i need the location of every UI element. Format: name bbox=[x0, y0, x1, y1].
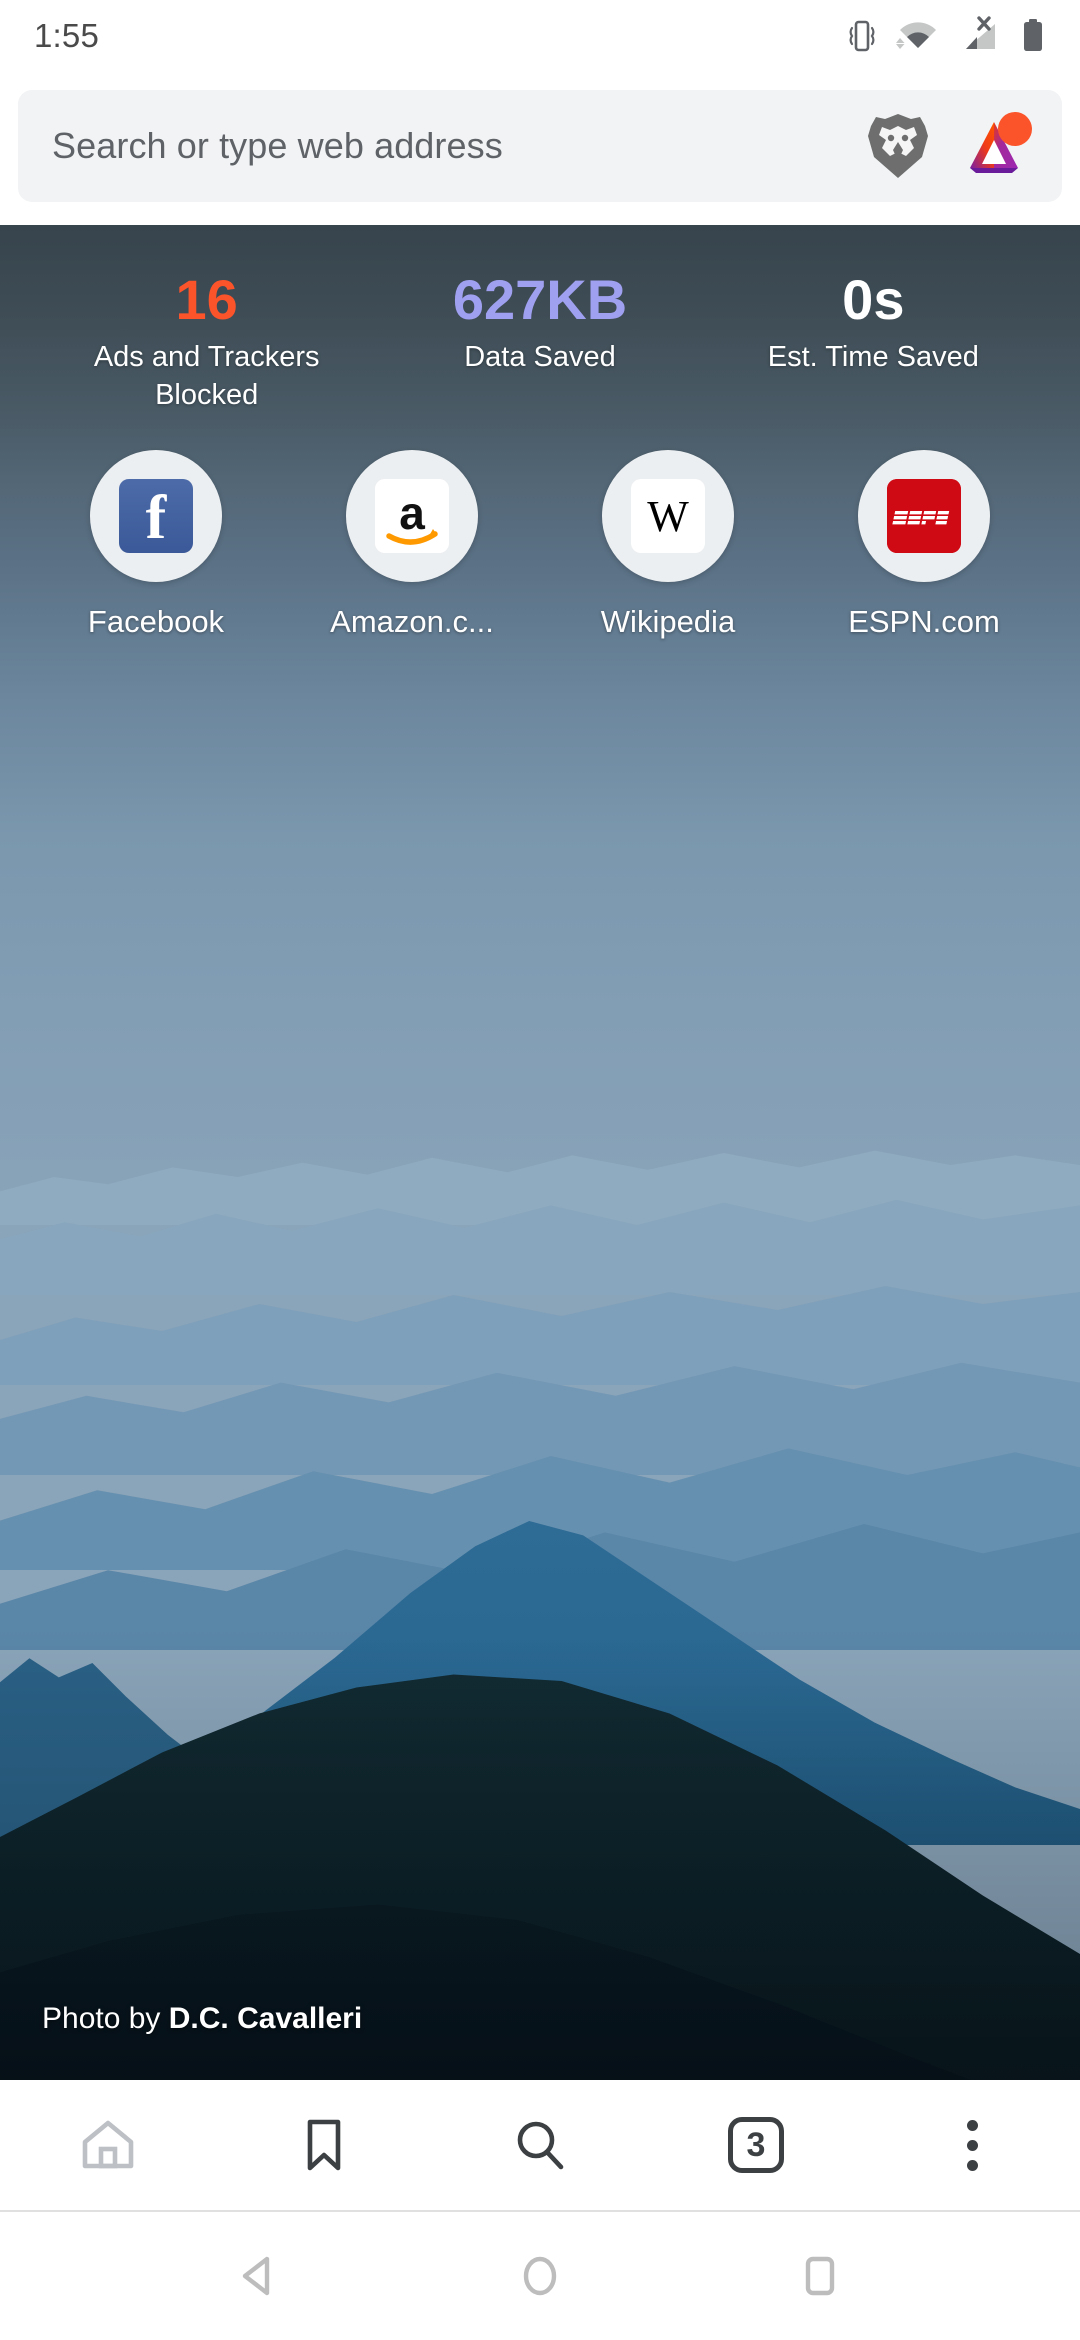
stat-label: Ads and Trackers Blocked bbox=[93, 341, 320, 411]
android-nav-bar bbox=[0, 2212, 1080, 2340]
tile-icon-circle: f bbox=[90, 450, 222, 582]
url-bar-actions bbox=[866, 112, 1032, 180]
home-button[interactable] bbox=[33, 2079, 183, 2211]
rewards-notification-badge bbox=[998, 112, 1032, 146]
tile-label: Facebook bbox=[87, 604, 225, 639]
tile-icon-circle bbox=[858, 450, 990, 582]
shortcut-tile-facebook[interactable]: f Facebook bbox=[28, 450, 284, 640]
photo-credit[interactable]: Photo by D.C. Cavalleri bbox=[42, 2002, 362, 2036]
espn-icon bbox=[887, 479, 961, 553]
tab-count-badge: 3 bbox=[728, 2117, 784, 2173]
photo-credit-author: D.C. Cavalleri bbox=[168, 2002, 363, 2035]
status-bar-icons bbox=[847, 16, 1046, 56]
wifi-icon bbox=[896, 22, 936, 49]
new-tab-page: 16 Ads and Trackers Blocked 627KB Data S… bbox=[0, 225, 1080, 2080]
bookmark-icon bbox=[307, 2119, 341, 2171]
status-bar-clock: 1:55 bbox=[34, 17, 100, 54]
bat-rewards-button[interactable] bbox=[964, 112, 1032, 176]
brave-stats: 16 Ads and Trackers Blocked 627KB Data S… bbox=[0, 268, 1080, 414]
amazon-icon: a bbox=[375, 479, 449, 553]
brave-lion-shield-icon[interactable] bbox=[866, 112, 930, 180]
photo-credit-prefix: Photo by bbox=[42, 2002, 169, 2035]
vibrate-icon bbox=[849, 20, 875, 52]
url-bar[interactable]: Search or type web address bbox=[18, 90, 1062, 202]
back-triangle-icon bbox=[242, 2256, 270, 2296]
nav-recents-button[interactable] bbox=[760, 2212, 880, 2340]
tab-switcher-button[interactable]: 3 bbox=[681, 2079, 831, 2211]
shortcut-tile-amazon[interactable]: a Amazon.c... bbox=[284, 450, 540, 640]
phone-screen: 1:55 Search or type web address 16 Ads a… bbox=[0, 0, 1080, 2340]
stat-value: 627KB bbox=[452, 268, 628, 331]
nav-back-button[interactable] bbox=[200, 2212, 320, 2340]
battery-icon bbox=[1024, 19, 1042, 51]
stat-label: Est. Time Saved bbox=[767, 341, 979, 374]
stat-value: 0s bbox=[842, 268, 905, 331]
url-input[interactable]: Search or type web address bbox=[52, 125, 866, 167]
stat-label: Data Saved bbox=[464, 341, 616, 374]
tile-label: Wikipedia bbox=[600, 604, 736, 639]
cellular-no-sim-icon bbox=[966, 16, 995, 49]
stat-ads-blocked: 16 Ads and Trackers Blocked bbox=[40, 268, 373, 414]
stat-data-saved: 627KB Data Saved bbox=[373, 268, 706, 377]
shortcut-tile-espn[interactable]: ESPN.com bbox=[796, 450, 1052, 640]
search-button[interactable] bbox=[465, 2079, 615, 2211]
shortcut-tile-wikipedia[interactable]: W Wikipedia bbox=[540, 450, 796, 640]
svg-text:a: a bbox=[399, 487, 425, 539]
wikipedia-icon: W bbox=[631, 479, 705, 553]
menu-button[interactable] bbox=[897, 2079, 1047, 2211]
stat-time-saved: 0s Est. Time Saved bbox=[707, 268, 1040, 377]
status-bar: 1:55 bbox=[0, 0, 1080, 72]
stat-value: 16 bbox=[175, 268, 238, 331]
bookmarks-button[interactable] bbox=[249, 2079, 399, 2211]
search-icon bbox=[517, 2121, 564, 2170]
tile-icon-circle: W bbox=[602, 450, 734, 582]
home-icon bbox=[82, 2120, 134, 2169]
tile-icon-circle: a bbox=[346, 450, 478, 582]
tile-label: Amazon.c... bbox=[330, 604, 494, 639]
tile-label: ESPN.com bbox=[848, 604, 1000, 639]
nav-home-button[interactable] bbox=[480, 2212, 600, 2340]
facebook-icon: f bbox=[119, 479, 193, 553]
three-dot-menu-icon bbox=[966, 2119, 978, 2171]
home-circle-icon bbox=[523, 2256, 557, 2296]
browser-toolbar: 3 bbox=[0, 2080, 1080, 2212]
shortcut-tiles: f Facebook a Amazon.c... W Wikipedia ESP… bbox=[0, 450, 1080, 640]
recents-square-icon bbox=[805, 2256, 835, 2296]
